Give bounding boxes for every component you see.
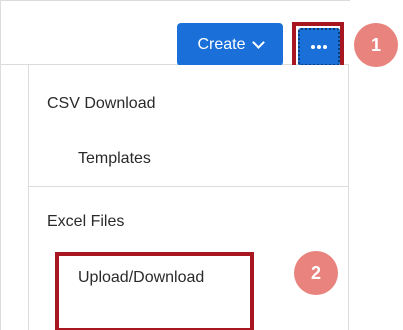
step-badge-2: 2	[294, 251, 338, 295]
panel-top-border	[0, 0, 350, 1]
panel-left-border	[0, 0, 1, 330]
highlight-box-upload-download	[55, 252, 254, 330]
create-button[interactable]: Create	[177, 23, 283, 66]
menu-section-header-excel-files: Excel Files	[47, 213, 125, 230]
step-badge-1: 1	[354, 23, 398, 67]
screenshot-stage: Create CSV Download Templates Excel File…	[0, 0, 403, 330]
menu-section-header-csv-download: CSV Download	[47, 95, 156, 112]
create-button-label: Create	[197, 35, 246, 53]
menu-item-templates[interactable]: Templates	[78, 150, 151, 168]
chevron-down-icon	[251, 36, 265, 49]
menu-divider	[29, 186, 348, 187]
